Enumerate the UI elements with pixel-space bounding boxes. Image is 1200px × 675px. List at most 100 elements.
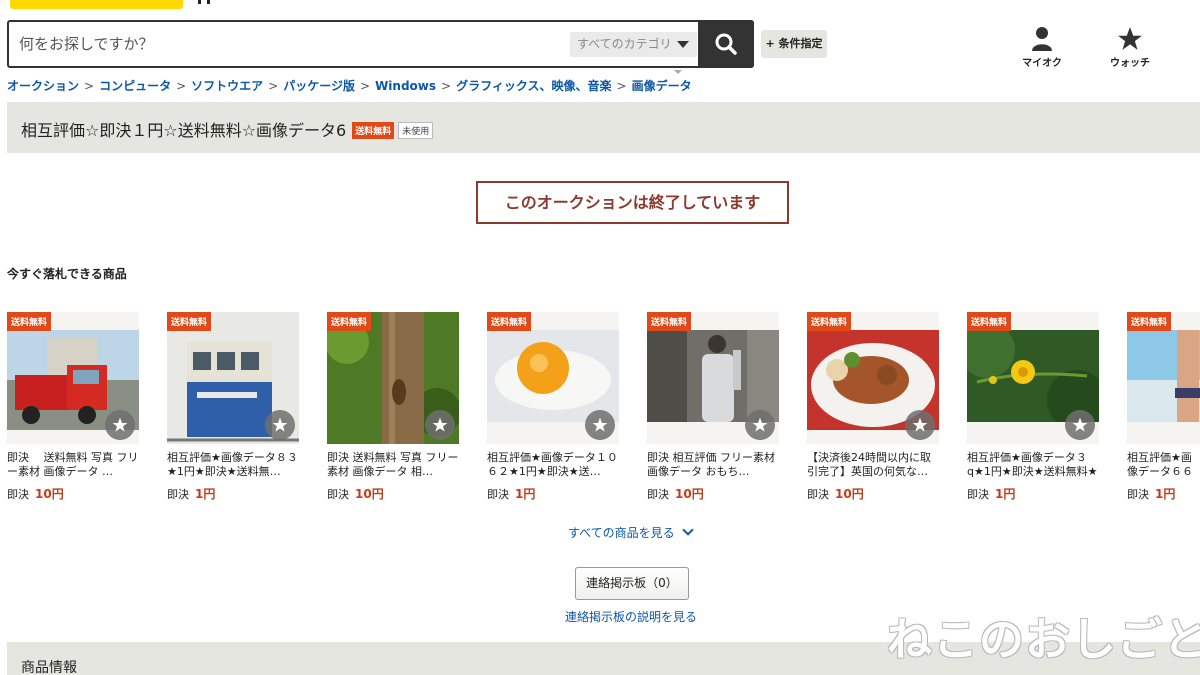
logo-mark — [198, 0, 210, 4]
breadcrumb-item[interactable]: コンピュータ — [99, 79, 171, 93]
product-title[interactable]: 相互評価★画像データ８３★1円★即決★送料無… — [167, 451, 299, 479]
watch-label: ウォッチ — [1110, 58, 1150, 69]
star-icon — [432, 417, 448, 432]
condition-button[interactable]: + 条件指定 — [761, 30, 827, 58]
product-card[interactable]: 送料無料 相互評価★画像データ６６★1円★即決★送料無料★ 即決 1円 — [1127, 312, 1200, 502]
listing-title-text: 相互評価☆即決１円☆送料無料☆画像データ6 — [21, 121, 347, 140]
price-value: 10円 — [355, 487, 384, 501]
breadcrumb: オークション > コンピュータ > ソフトウエア > パッケージ版 > Windows > グラフィ… — [7, 77, 692, 94]
price-value: 1円 — [515, 487, 536, 501]
free-shipping-badge: 送料無料 — [167, 312, 212, 331]
message-board-button[interactable]: 連絡掲示板（0） — [575, 567, 689, 600]
star-icon — [752, 417, 768, 432]
watch-star-button[interactable] — [265, 410, 295, 440]
star-icon — [592, 417, 608, 432]
breadcrumb-item[interactable]: 画像データ — [632, 79, 692, 93]
breadcrumb-item[interactable]: Windows — [375, 79, 436, 93]
free-shipping-badge: 送料無料 — [327, 312, 372, 331]
price-value: 1円 — [195, 487, 216, 501]
breadcrumb-item[interactable]: ソフトウエア — [191, 79, 263, 93]
product-card[interactable]: 送料無料 即決 相互評価 フリー素材 画像データ おもち… 即決 10円 — [647, 312, 779, 502]
star-icon — [1118, 27, 1142, 50]
watch-star-button[interactable] — [1065, 410, 1095, 440]
breadcrumb-item[interactable]: パッケージ版 — [283, 79, 355, 93]
product-card[interactable]: 送料無料 相互評価★画像データ３q★1円★即決★送料無料★ 即決 1円 — [967, 312, 1099, 502]
product-price: 即決 1円 — [967, 485, 1099, 502]
watch-list-link[interactable]: ウォッチ — [1100, 26, 1160, 69]
breadcrumb-separator: > — [616, 79, 627, 93]
breadcrumb-separator: > — [268, 79, 279, 93]
product-thumbnail[interactable]: 送料無料 — [807, 312, 939, 444]
product-photo — [647, 330, 779, 422]
star-icon — [1072, 417, 1088, 432]
product-photo — [1127, 330, 1200, 422]
watermark: ねこのおしごと — [887, 613, 1200, 666]
product-thumbnail[interactable]: 送料無料 — [967, 312, 1099, 444]
watch-star-button[interactable] — [905, 410, 935, 440]
breadcrumb-separator: > — [360, 79, 371, 93]
breadcrumb-item[interactable]: グラフィックス、映像、音楽 — [456, 79, 611, 93]
search-button[interactable] — [698, 20, 754, 68]
star-icon — [912, 417, 928, 432]
search-input[interactable] — [9, 22, 564, 66]
price-prefix: 即決 — [967, 488, 989, 501]
product-card[interactable]: 送料無料 【決済後24時間以内に取引完了】英国の何気な… 即決 10円 — [807, 312, 939, 502]
product-title[interactable]: 相互評価★画像データ６６★1円★即決★送料無料★ — [1127, 451, 1200, 479]
watch-star-button[interactable] — [745, 410, 775, 440]
free-shipping-badge: 送料無料 — [807, 312, 852, 331]
dropdown-caret-icon — [674, 70, 682, 74]
breadcrumb-item[interactable]: オークション — [7, 79, 79, 93]
search-bar: すべてのカテゴリ — [7, 20, 754, 68]
price-value: 1円 — [1155, 487, 1176, 501]
product-title[interactable]: 相互評価★画像データ１０６２★1円★即決★送… — [487, 451, 619, 479]
price-prefix: 即決 — [327, 488, 349, 501]
listing-title: 相互評価☆即決１円☆送料無料☆画像データ6 送料無料 未使用 — [21, 117, 434, 141]
price-value: 10円 — [835, 487, 864, 501]
product-thumbnail[interactable]: 送料無料 — [327, 312, 459, 444]
category-select[interactable]: すべてのカテゴリ — [570, 32, 697, 57]
user-icon — [1032, 27, 1052, 51]
price-prefix: 即決 — [1127, 488, 1149, 501]
product-title[interactable]: 即決 送料無料 写真 フリー素材 画像データ 相… — [327, 451, 459, 479]
price-value: 10円 — [35, 487, 64, 501]
product-title[interactable]: 【決済後24時間以内に取引完了】英国の何気な… — [807, 451, 939, 479]
watch-star-button[interactable] — [425, 410, 455, 440]
product-title[interactable]: 相互評価★画像データ３q★1円★即決★送料無料★ — [967, 451, 1099, 479]
free-shipping-badge: 送料無料 — [352, 122, 395, 139]
search-icon — [715, 33, 737, 55]
star-icon — [272, 417, 288, 432]
free-shipping-badge: 送料無料 — [7, 312, 52, 331]
site-logo[interactable] — [10, 0, 183, 9]
free-shipping-badge: 送料無料 — [1127, 312, 1172, 331]
product-card[interactable]: 送料無料 即決 送料無料 写真 フリー素材 画像データ 相… 即決 10円 — [327, 312, 459, 502]
price-value: 10円 — [675, 487, 704, 501]
breadcrumb-separator: > — [84, 79, 95, 93]
message-board-help-link[interactable]: 連絡掲示板の説明を見る — [565, 608, 697, 625]
see-all-label: すべての商品を見る — [568, 526, 675, 540]
product-card[interactable]: 送料無料 相互評価★画像データ１０６２★1円★即決★送… 即決 1円 — [487, 312, 619, 502]
product-card[interactable]: 送料無料 即決 送料無料 写真 フリー素材 画像データ … 即決 10円 — [7, 312, 139, 502]
my-auction-label: マイオク — [1022, 58, 1062, 69]
watch-star-button[interactable] — [585, 410, 615, 440]
product-title[interactable]: 即決 相互評価 フリー素材 画像データ おもち… — [647, 451, 779, 479]
my-auction-link[interactable]: マイオク — [1012, 26, 1072, 69]
free-shipping-badge: 送料無料 — [967, 312, 1012, 331]
product-thumbnail[interactable]: 送料無料 — [7, 312, 139, 444]
product-thumbnail[interactable]: 送料無料 — [1127, 312, 1200, 444]
product-thumbnail[interactable]: 送料無料 — [647, 312, 779, 444]
price-prefix: 即決 — [7, 488, 29, 501]
category-select-label: すべてのカテゴリ — [577, 37, 672, 51]
product-price: 即決 1円 — [167, 485, 299, 502]
product-thumbnail[interactable]: 送料無料 — [487, 312, 619, 444]
product-photo — [487, 330, 619, 422]
product-title[interactable]: 即決 送料無料 写真 フリー素材 画像データ … — [7, 451, 139, 479]
product-price: 即決 1円 — [1127, 485, 1200, 502]
see-all-products-link[interactable]: すべての商品を見る — [568, 524, 694, 541]
price-value: 1円 — [995, 487, 1016, 501]
product-thumbnail[interactable]: 送料無料 — [167, 312, 299, 444]
product-card[interactable]: 送料無料 相互評価★画像データ８３★1円★即決★送料無… 即決 1円 — [167, 312, 299, 502]
product-info-title: 商品情報 — [21, 660, 77, 675]
free-shipping-badge: 送料無料 — [647, 312, 692, 331]
product-photo — [967, 330, 1099, 422]
watch-star-button[interactable] — [105, 410, 135, 440]
